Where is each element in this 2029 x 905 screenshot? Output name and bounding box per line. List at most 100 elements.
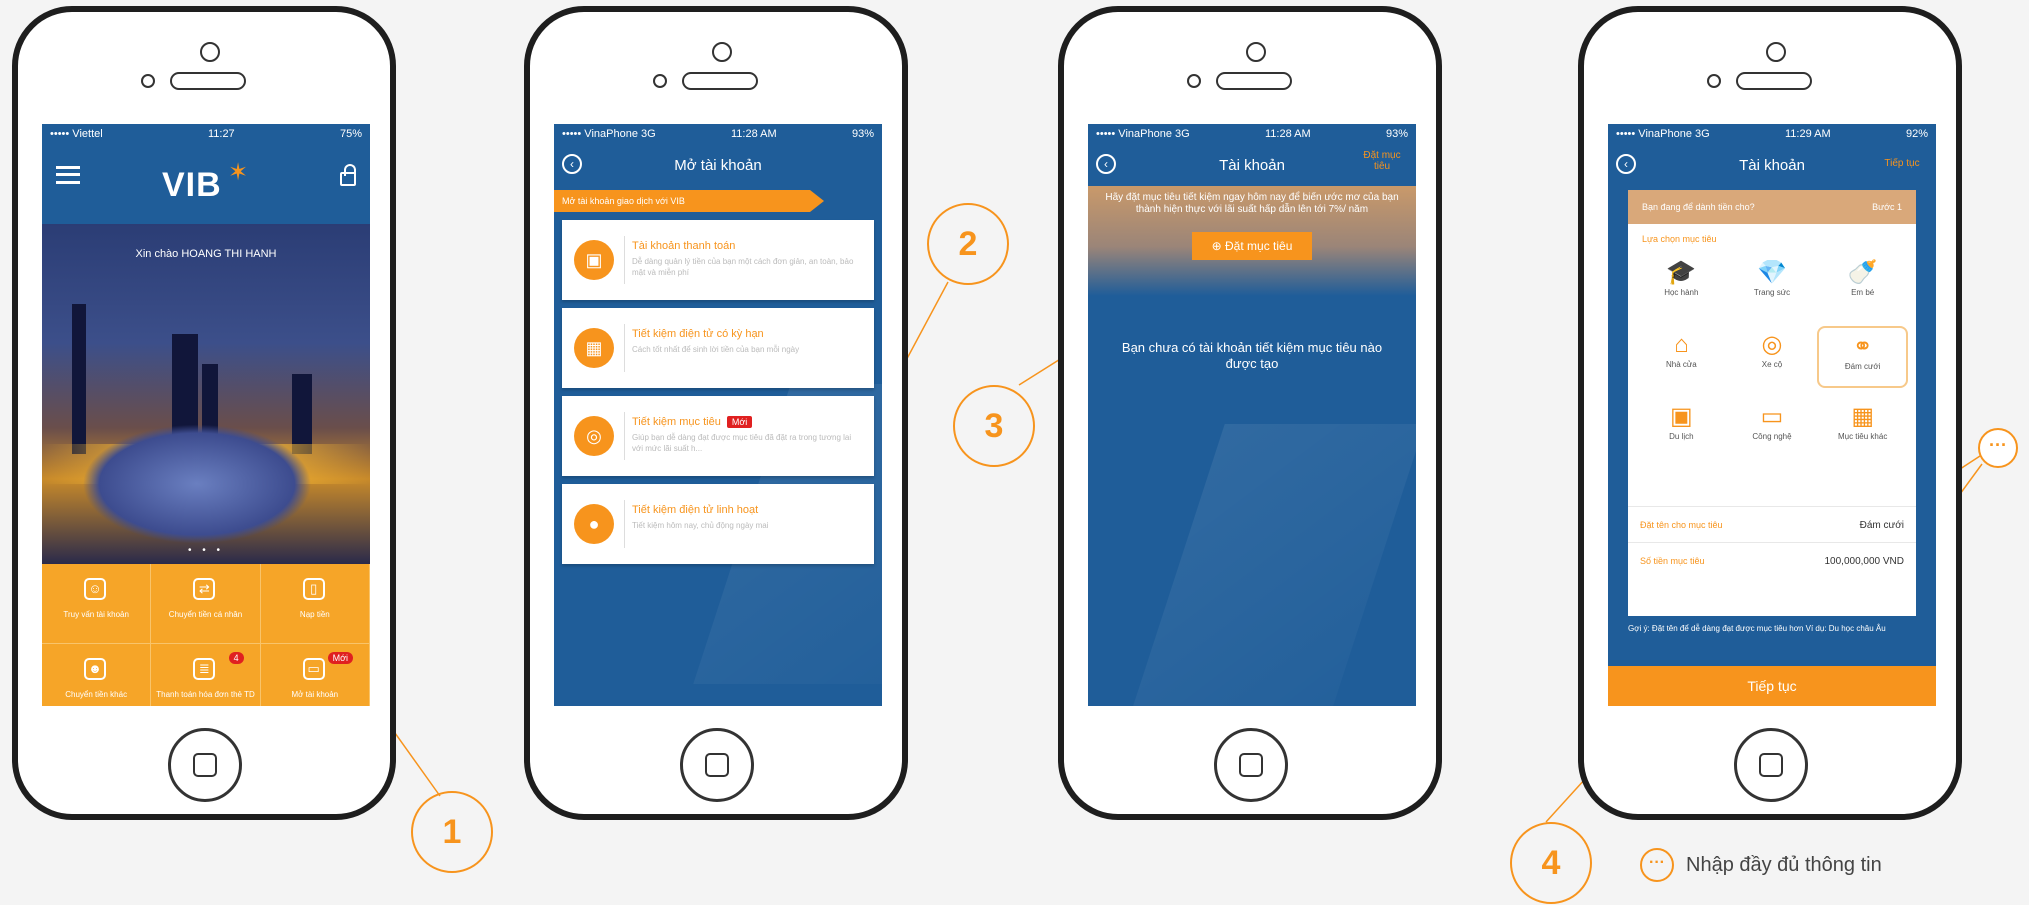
card-goal-savings[interactable]: ◎ Tiết kiệm mục tiêu Mới Giúp bạn dễ dàng…: [562, 396, 874, 476]
new-badge: Mới: [726, 416, 753, 428]
wallet-icon: ▣: [574, 240, 614, 280]
status-bar: ••••• VinaPhone 3G 11:29 AM 92%: [1608, 124, 1936, 144]
transfer-icon: ⇄: [193, 578, 216, 600]
page-title: Mở tài khoản: [674, 156, 762, 174]
empty-state: Bạn chưa có tài khoản tiết kiệm mục tiêu…: [1121, 340, 1383, 371]
phone-4-screen: ••••• VinaPhone 3G 11:29 AM 92% ‹ Tài kh…: [1608, 124, 1936, 706]
tile-topup[interactable]: ▯ Nạp tiền: [260, 564, 370, 644]
home-button[interactable]: [1214, 728, 1288, 802]
set-goal-button[interactable]: ⊕ Đặt mục tiêu: [1191, 232, 1313, 260]
clock: 11:29 AM: [1784, 128, 1831, 140]
user-icon: ☺: [84, 578, 106, 600]
goal-vehicle[interactable]: ◎ Xe cộ: [1727, 326, 1818, 388]
camera-photo-icon: ▣: [1669, 403, 1693, 430]
goal-education[interactable]: 🎓 Học hành: [1636, 254, 1727, 316]
app-header: VIB ✶: [42, 144, 370, 224]
status-bar: ••••• VinaPhone 3G 11:28 AM 93%: [1088, 124, 1416, 144]
nav-bar: ‹ Mở tài khoản: [554, 144, 882, 186]
bill-icon: ≣: [193, 658, 216, 680]
quick-actions-grid: ☺ Truy vấn tài khoản ⇄ Chuyển tiền cá nhân…: [42, 564, 370, 706]
continue-link[interactable]: Tiếp tục: [1876, 158, 1928, 169]
choose-goal-label: Lựa chọn mục tiêu: [1642, 234, 1717, 244]
goal-jewelry[interactable]: 💎 Trang sức: [1727, 254, 1818, 316]
carousel-dots[interactable]: • • •: [42, 545, 370, 556]
river: [82, 424, 312, 544]
page-title: Tài khoản: [1739, 156, 1805, 174]
tile-other-transfer[interactable]: ☻ Chuyển tiền khác: [42, 644, 152, 706]
carrier: ••••• VinaPhone 3G: [562, 128, 656, 140]
back-icon[interactable]: ‹: [1616, 154, 1636, 174]
camera-icon: [1246, 42, 1266, 62]
vib-logo: VIB: [162, 166, 222, 204]
speaker-icon: [170, 72, 246, 90]
phone-topup-icon: ▯: [302, 578, 325, 600]
form-header: Bạn đang để dành tiền cho? Bước 1: [1628, 190, 1916, 224]
camera-icon: [712, 42, 732, 62]
promo-text: Hãy đặt mục tiêu tiết kiệm ngay hôm nay …: [1105, 192, 1399, 215]
phone-1: ••••• Viettel 11:27 75% VIB ✶ Xin chào H…: [12, 6, 396, 820]
set-goal-link[interactable]: Đặt mục tiêu: [1356, 150, 1408, 172]
menu-icon[interactable]: [56, 166, 80, 184]
page-title: Tài khoản: [1219, 156, 1285, 174]
continue-button[interactable]: Tiếp tục: [1608, 666, 1936, 706]
hint-text: Gợi ý: Đặt tên để dễ dàng đạt được mục t…: [1628, 624, 1886, 633]
lock-icon[interactable]: [340, 164, 356, 186]
goal-other[interactable]: ▦ Mục tiêu khác: [1817, 398, 1908, 460]
battery: 93%: [1385, 128, 1408, 140]
clock: 11:27: [207, 128, 235, 140]
tile-personal-transfer[interactable]: ⇄ Chuyển tiền cá nhân: [151, 564, 261, 644]
target-icon: ◎: [574, 416, 614, 456]
battery: 93%: [851, 128, 874, 140]
goal-baby[interactable]: 🍼 Em bé: [1817, 254, 1908, 316]
speaker-icon: [682, 72, 758, 90]
transfer-other-icon: ☻: [84, 658, 106, 680]
phone-3-screen: ••••• VinaPhone 3G 11:28 AM 93% ‹ Tài kh…: [1088, 124, 1416, 706]
phone-4: ••••• VinaPhone 3G 11:29 AM 92% ‹ Tài kh…: [1578, 6, 1962, 820]
goal-wedding[interactable]: ⚭ Đám cưới: [1817, 326, 1908, 388]
goal-technology[interactable]: ▭ Công nghệ: [1727, 398, 1818, 460]
tile-bill-payment[interactable]: ≣ 4 Thanh toán hóa đơn thẻ TD: [151, 644, 261, 706]
annotation-2: 2: [927, 203, 1009, 285]
goal-amount-field[interactable]: Số tiền mục tiêu 100,000,000 VND: [1628, 542, 1916, 579]
home-button[interactable]: [680, 728, 754, 802]
house-icon: ⌂: [1674, 331, 1689, 358]
grid-icon: ▦: [1851, 403, 1874, 430]
goal-house[interactable]: ⌂ Nhà cửa: [1636, 326, 1727, 388]
card-flexible-savings[interactable]: ● Tiết kiệm điện tử linh hoạt Tiết kiệm …: [562, 484, 874, 564]
tile-account-inquiry[interactable]: ☺ Truy vấn tài khoản: [42, 564, 152, 644]
phone-1-screen: ••••• Viettel 11:27 75% VIB ✶ Xin chào H…: [42, 124, 370, 706]
camera-icon: [1766, 42, 1786, 62]
home-button[interactable]: [168, 728, 242, 802]
tile-open-account[interactable]: ▭ Mới Mở tài khoản: [260, 644, 370, 706]
monitor-icon: ▭: [1760, 403, 1784, 430]
sensor-icon: [141, 74, 155, 88]
vib-star-icon: ✶: [228, 159, 249, 186]
back-icon[interactable]: ‹: [1096, 154, 1116, 174]
battery: 92%: [1905, 128, 1928, 140]
sensor-icon: [1187, 74, 1201, 88]
battery: 75%: [339, 128, 362, 140]
goal-form: Bạn đang để dành tiền cho? Bước 1 Lựa ch…: [1628, 190, 1916, 616]
goal-name-field[interactable]: Đặt tên cho mục tiêu Đám cưới: [1628, 506, 1916, 543]
goal-options: 🎓 Học hành 💎 Trang sức 🍼 Em bé ⌂ Nhà cửa ◎ Xe…: [1628, 248, 1916, 466]
carrier: ••••• VinaPhone 3G: [1616, 128, 1710, 140]
steering-wheel-icon: ◎: [1761, 331, 1783, 358]
phone-2: ••••• VinaPhone 3G 11:28 AM 93% ‹ Mở tài…: [524, 6, 908, 820]
status-bar: ••••• Viettel 11:27 75%: [42, 124, 370, 144]
back-icon[interactable]: ‹: [562, 154, 582, 174]
carrier: ••••• VinaPhone 3G: [1096, 128, 1190, 140]
home-button[interactable]: [1734, 728, 1808, 802]
background-watermark: [1127, 424, 1416, 706]
card-payment-account[interactable]: ▣ Tài khoản thanh toán Dễ dàng quản lý t…: [562, 220, 874, 300]
section-banner: Mở tài khoản giao dịch với VIB: [554, 190, 824, 212]
speaker-icon: [1216, 72, 1292, 90]
safe-icon: ▦: [574, 328, 614, 368]
count-badge: 4: [228, 652, 244, 664]
legend-label: Nhập đầy đủ thông tin: [1686, 853, 1882, 876]
goal-travel[interactable]: ▣ Du lịch: [1636, 398, 1727, 460]
greeting: Xin chào HOANG THI HANH: [135, 248, 277, 260]
card-term-savings[interactable]: ▦ Tiết kiệm điện tử có kỳ hạn Cách tốt n…: [562, 308, 874, 388]
building: [292, 374, 312, 454]
sensor-icon: [1707, 74, 1721, 88]
promo-box: Hãy đặt mục tiêu tiết kiệm ngay hôm nay …: [1088, 186, 1416, 296]
